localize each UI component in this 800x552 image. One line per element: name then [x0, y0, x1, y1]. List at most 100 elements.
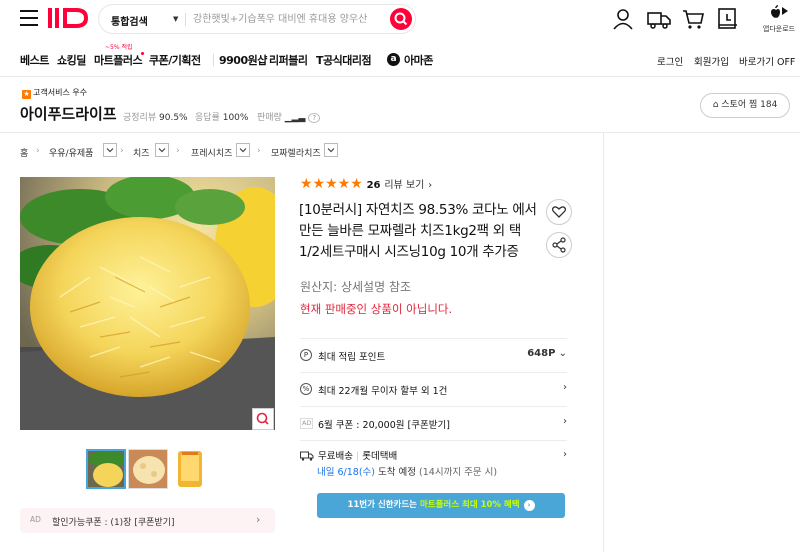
store-badge: ★ 고객서비스 우수 [22, 88, 88, 99]
nav-item-refurbly[interactable]: 리퍼블리 [269, 52, 308, 68]
shipping-info: 무료배송 | 롯데택배 [318, 451, 398, 462]
delivery-truck-icon [300, 450, 314, 465]
product-title: [10분러시] 자연치즈 98.53% 코다노 에서만든 늘바른 모짜렐라 치즈… [299, 202, 537, 260]
chevron-right-icon: › [176, 146, 180, 156]
store-favorite-button[interactable]: ⌂ 스토어 찜 184 [700, 93, 790, 118]
delivery-date: 내일 6/18(수) 도착 예정 (14시까지 주문 시) [317, 467, 498, 478]
breadcrumb-dropdown[interactable] [155, 143, 169, 157]
installment-text: 최대 22개월 무이자 할부 외 1건 [318, 386, 448, 397]
breadcrumb-dropdown[interactable] [236, 143, 250, 157]
rating[interactable]: ★★★★★ 26 리뷰 보기 › [300, 176, 432, 192]
store-name[interactable]: 아이푸드라이프 [20, 103, 117, 124]
logo[interactable] [48, 6, 92, 35]
chevron-right-icon: › [428, 180, 433, 191]
points-row[interactable]: P 최대 적립 포인트 648P ⌄ [300, 338, 567, 371]
nav-item-shocking-deal[interactable]: 쇼킹딜 [57, 52, 86, 68]
points-label: 최대 적립 포인트 [318, 352, 386, 363]
review-count: 26 [366, 180, 381, 191]
share-icon [552, 237, 566, 253]
caret-down-icon[interactable]: ▼ [173, 15, 178, 23]
search-button[interactable] [390, 8, 412, 30]
store-review-rate: 긍정리뷰 90.5% [123, 113, 188, 123]
breadcrumb-cheese[interactable]: 치즈 [133, 146, 150, 159]
user-icon[interactable] [612, 8, 634, 30]
card-benefit-banner[interactable]: 11번가 신한카드는 마트플러스 최대 10% 혜택 › [317, 493, 565, 518]
wishlist-button[interactable] [546, 199, 572, 225]
divider [0, 132, 800, 133]
discount-coupon-text: 할인가능쿠폰 : (1)장 [쿠폰받기] [52, 518, 175, 528]
breadcrumb-mozzarella[interactable]: 모짜렐라치즈 [271, 146, 321, 159]
chevron-down-icon [106, 148, 114, 153]
points-icon: P [300, 349, 312, 361]
store-reply-rate: 응답률 100% [195, 113, 249, 123]
chevron-right-icon: › [257, 146, 261, 156]
nav-item-mart-plus[interactable]: 마트플러스 [94, 52, 143, 68]
divider [0, 76, 800, 77]
heart-icon [551, 206, 567, 218]
chevron-down-icon [327, 148, 335, 153]
cart-icon[interactable] [682, 8, 704, 29]
coupon-text: 6월 쿠폰 : 20,000원 [쿠폰받기] [318, 420, 450, 431]
divider [185, 13, 186, 26]
chevron-down-icon [239, 148, 247, 153]
shipping-row[interactable]: 무료배송 | 롯데택배 내일 6/18(수) 도착 예정 (14시까지 주문 시… [300, 440, 567, 486]
app-download-label: 앱다운로드 [762, 25, 796, 33]
nav-item-9900[interactable]: 9900원샵 [219, 52, 267, 68]
nav-badge: ~5% 적립 [105, 44, 133, 51]
sales-bars-icon: ▁▂▃ [284, 113, 306, 123]
shortcut-toggle[interactable]: 바로가기 OFF [739, 54, 795, 68]
nav-item-t-store[interactable]: T공식대리점 [316, 52, 372, 68]
installment-row[interactable]: % 최대 22개월 무이자 할부 외 1건 › [300, 372, 567, 405]
new-dot [141, 52, 144, 55]
coupon-row[interactable]: AD 6월 쿠폰 : 20,000원 [쿠폰받기] › [300, 406, 567, 439]
review-link[interactable]: 리뷰 보기 [384, 180, 424, 191]
search-category[interactable]: 통합검색 [111, 13, 148, 28]
delivery-truck-icon[interactable] [647, 8, 671, 29]
origin-text: 원산지: 상세설명 참조 [300, 280, 412, 294]
zoom-icon [256, 412, 269, 425]
chevron-down-icon: ⌄ [558, 348, 567, 359]
breadcrumb-home[interactable]: 홈 [20, 146, 28, 159]
nav-item-amazon[interactable]: 아마존 [404, 52, 433, 68]
chevron-down-icon [158, 148, 166, 153]
breadcrumb-fresh-cheese[interactable]: 프레시치즈 [191, 146, 232, 159]
nav-item-coupon[interactable]: 쿠폰/기획전 [149, 52, 201, 68]
search-icon [394, 12, 408, 26]
breadcrumb-dairy[interactable]: 우유/유제품 [49, 146, 93, 159]
product-main-image[interactable] [20, 177, 275, 430]
thumbnail-2[interactable] [128, 449, 168, 489]
nav-divider [213, 54, 214, 66]
star-icon: ★ [22, 90, 31, 99]
chevron-right-icon: › [120, 146, 124, 156]
app-download-icon[interactable] [766, 4, 788, 24]
breadcrumb-dropdown[interactable] [324, 143, 338, 157]
login-link[interactable]: 로그인 [657, 54, 683, 68]
signup-link[interactable]: 회원가입 [694, 54, 729, 68]
percent-icon: % [300, 383, 312, 395]
zoom-button[interactable] [252, 408, 274, 430]
chevron-right-icon: › [256, 513, 261, 526]
store-icon: ⌂ [712, 100, 719, 110]
nav-item-best[interactable]: 베스트 [20, 52, 49, 68]
share-button[interactable] [546, 232, 572, 258]
recent-view-icon[interactable] [717, 8, 739, 29]
discount-coupon-bar[interactable]: AD 할인가능쿠폰 : (1)장 [쿠폰받기] › [20, 508, 275, 533]
chevron-right-icon: › [563, 416, 567, 427]
thumbnail-1[interactable] [86, 449, 126, 489]
search-bar: 통합검색 ▼ [98, 4, 416, 34]
help-icon[interactable]: ? [308, 113, 321, 123]
ad-tag: AD [300, 418, 314, 429]
thumbnail-3[interactable] [170, 449, 210, 489]
ad-tag: AD [30, 515, 41, 524]
store-sales: 판매량 ▁▂▃ ? [257, 110, 321, 123]
search-input[interactable] [193, 10, 383, 28]
points-value: 648P ⌄ [527, 348, 567, 359]
arrow-right-icon: › [523, 500, 535, 511]
breadcrumb-dropdown[interactable] [103, 143, 117, 157]
menu-icon[interactable] [20, 10, 38, 26]
chevron-right-icon: › [36, 146, 40, 156]
chevron-right-icon: › [563, 382, 567, 393]
column-divider [603, 132, 604, 552]
rating-stars: ★★★★★ [300, 176, 363, 192]
chevron-right-icon: › [563, 449, 567, 460]
